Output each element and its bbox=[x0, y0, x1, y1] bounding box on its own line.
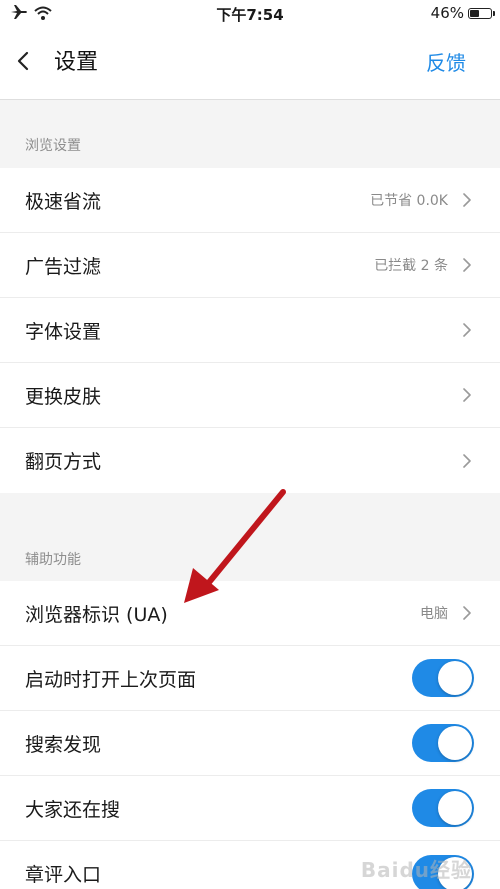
chevron-right-icon bbox=[462, 257, 472, 273]
battery-icon bbox=[468, 7, 495, 19]
row-label: 大家还在搜 bbox=[25, 798, 121, 821]
row-open-last-page: 启动时打开上次页面 bbox=[0, 646, 500, 711]
section-header-accessibility: 辅助功能 bbox=[25, 552, 81, 568]
chevron-right-icon bbox=[462, 605, 472, 621]
row-label: 字体设置 bbox=[25, 320, 102, 343]
status-bar: 下午7:54 46% bbox=[0, 0, 500, 28]
row-search-discovery: 搜索发现 bbox=[0, 711, 500, 776]
row-label: 极速省流 bbox=[25, 190, 102, 213]
section-header-browsing: 浏览设置 bbox=[25, 138, 81, 154]
status-time: 下午7:54 bbox=[216, 6, 284, 24]
toggle-knob bbox=[438, 726, 472, 760]
row-data-saver[interactable]: 极速省流 已节省 0.0K bbox=[0, 168, 500, 233]
chevron-right-icon bbox=[462, 387, 472, 403]
row-value: 已节省 0.0K bbox=[370, 193, 448, 209]
battery-fill bbox=[470, 9, 479, 17]
toggle-switch[interactable] bbox=[412, 724, 474, 762]
watermark-logo: Baidu经验 bbox=[360, 858, 472, 882]
feedback-button[interactable]: 反馈 bbox=[426, 48, 466, 78]
row-label: 浏览器标识 (UA) bbox=[25, 603, 168, 626]
row-label: 章评入口 bbox=[25, 864, 102, 886]
row-value: 已拦截 2 条 bbox=[374, 258, 448, 274]
row-change-skin[interactable]: 更换皮肤 bbox=[0, 363, 500, 428]
chevron-left-icon bbox=[17, 51, 29, 75]
chevron-right-icon bbox=[462, 192, 472, 208]
battery-percent: 46% bbox=[430, 4, 464, 22]
row-others-searching: 大家还在搜 bbox=[0, 776, 500, 841]
row-label: 翻页方式 bbox=[25, 451, 102, 473]
status-right: 46% bbox=[430, 4, 495, 22]
nav-bar: 设置 反馈 bbox=[0, 28, 500, 100]
row-label: 搜索发现 bbox=[25, 733, 102, 756]
row-page-turning[interactable]: 翻页方式 bbox=[0, 428, 500, 493]
row-ad-filter[interactable]: 广告过滤 已拦截 2 条 bbox=[0, 233, 500, 298]
page-title: 设置 bbox=[54, 50, 99, 75]
toggle-knob bbox=[438, 661, 472, 695]
row-label: 更换皮肤 bbox=[25, 385, 102, 408]
back-button[interactable] bbox=[8, 48, 38, 78]
chevron-right-icon bbox=[462, 322, 472, 338]
row-font-settings[interactable]: 字体设置 bbox=[0, 298, 500, 363]
row-label: 启动时打开上次页面 bbox=[25, 668, 197, 691]
settings-list-accessibility: 浏览器标识 (UA) 电脑 启动时打开上次页面 搜索发现 大家还在搜 章评入口 bbox=[0, 581, 500, 889]
row-label: 广告过滤 bbox=[25, 255, 102, 278]
chevron-right-icon bbox=[462, 453, 472, 469]
settings-list-browsing: 极速省流 已节省 0.0K 广告过滤 已拦截 2 条 字体设置 更换皮肤 翻页方… bbox=[0, 168, 500, 493]
toggle-switch[interactable] bbox=[412, 659, 474, 697]
row-browser-ua[interactable]: 浏览器标识 (UA) 电脑 bbox=[0, 581, 500, 646]
toggle-switch[interactable] bbox=[412, 789, 474, 827]
row-value: 电脑 bbox=[420, 606, 448, 622]
toggle-knob bbox=[438, 791, 472, 825]
